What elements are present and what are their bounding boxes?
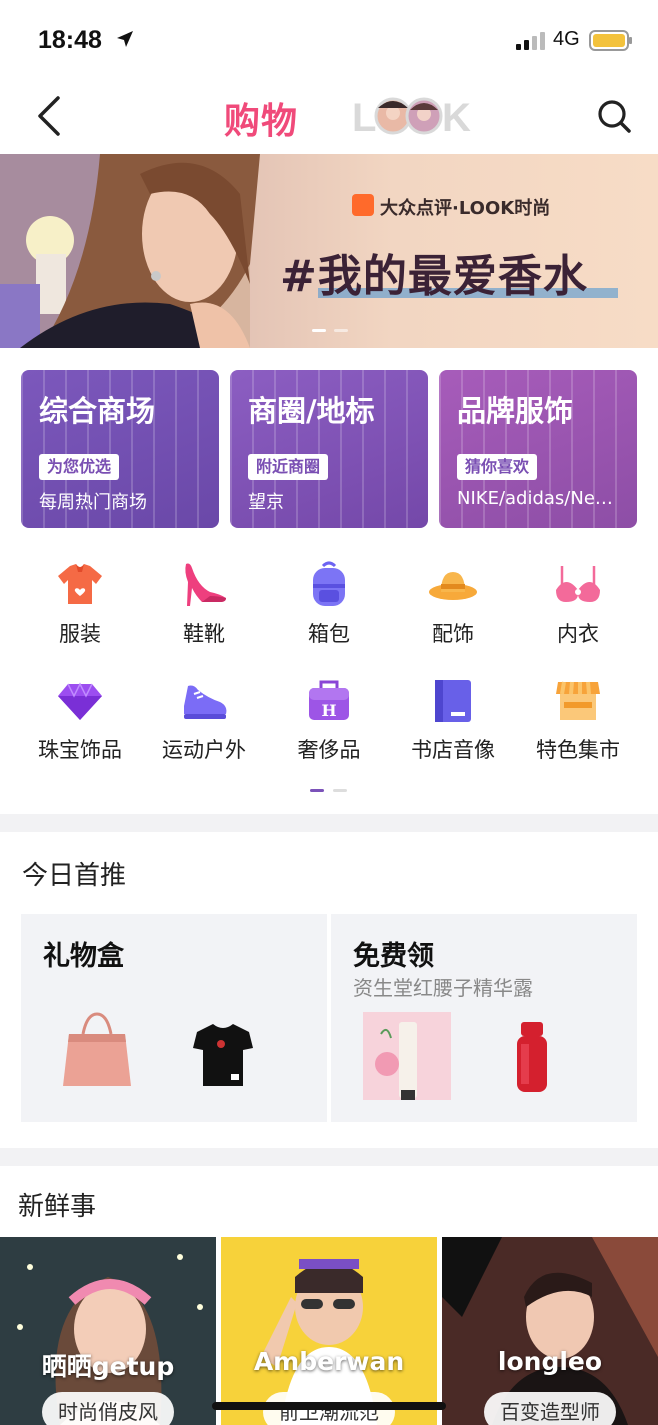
feed-author-name: longleo xyxy=(497,1347,603,1376)
grid-indicator-active xyxy=(310,789,324,792)
backpack-icon xyxy=(313,561,345,606)
banner-brand: 大众点评·LOOK时尚 xyxy=(380,198,551,219)
category-subtitle: NIKE/adidas/Ne… xyxy=(457,488,613,509)
category-card-brand-apparel[interactable]: 品牌服饰 猜你喜欢 NIKE/adidas/Ne… xyxy=(439,370,637,528)
category-card-mall[interactable]: 综合商场 为您优选 每周热门商场 xyxy=(21,370,219,528)
free-sample-card[interactable]: 免费领 资生堂红腰子精华露 xyxy=(331,914,637,1122)
feed-author-name: 晒晒getup xyxy=(41,1352,175,1381)
category-subtitle: 每周热门商场 xyxy=(39,492,147,513)
status-bar: 18:48 4G xyxy=(0,0,658,80)
tab-look[interactable]: L K xyxy=(352,94,474,140)
category-title: 商圈/地标 xyxy=(248,394,375,428)
icon-label: 服装 xyxy=(59,622,101,646)
free-sample-products xyxy=(363,1012,547,1100)
battery-icon xyxy=(589,30,632,51)
icon-item-luxury[interactable]: H 奢侈品 xyxy=(267,676,391,776)
section-divider xyxy=(0,814,658,832)
feed-style-tag: 百变造型师 xyxy=(484,1392,616,1425)
banner-indicator xyxy=(334,329,348,332)
book-icon xyxy=(435,680,471,722)
icon-label: 配饰 xyxy=(432,622,474,646)
network-type: 4G xyxy=(553,28,580,50)
category-title: 品牌服饰 xyxy=(457,394,574,428)
icon-label: 奢侈品 xyxy=(297,738,361,762)
look-logo-letter-k: K xyxy=(442,96,471,138)
look-logo: L K xyxy=(352,96,471,140)
icon-label: 运动户外 xyxy=(162,738,246,762)
sneaker-icon xyxy=(184,685,227,719)
icon-item-market[interactable]: 特色集市 xyxy=(516,676,640,776)
promo-banner[interactable]: 大众点评·LOOK时尚 #我的最爱香水 xyxy=(0,154,658,348)
back-arrow-icon[interactable] xyxy=(30,94,70,138)
fresh-section-title: 新鲜事 xyxy=(18,1192,97,1222)
luxury-bag-emblem: H xyxy=(321,701,336,720)
icon-label: 鞋靴 xyxy=(183,622,225,646)
icon-item-accessories[interactable]: 配饰 xyxy=(391,560,515,660)
status-time: 18:48 xyxy=(38,26,102,54)
diamond-icon xyxy=(58,682,102,720)
icon-item-books[interactable]: 书店音像 xyxy=(391,676,515,776)
icon-item-shoes[interactable]: 鞋靴 xyxy=(142,560,266,660)
gift-box-products xyxy=(63,1012,253,1086)
clothing-icon xyxy=(58,564,102,604)
look-logo-letter-l: L xyxy=(352,96,376,138)
banner-title: #我的最爱香水 xyxy=(280,251,588,302)
cellular-signal-icon xyxy=(516,32,545,50)
category-tag: 猜你喜欢 xyxy=(457,454,538,480)
luxury-bag-icon: H xyxy=(309,680,349,720)
gift-box-card[interactable]: 礼物盒 xyxy=(21,914,327,1122)
icon-label: 特色集市 xyxy=(536,738,620,762)
icon-item-underwear[interactable]: 内衣 xyxy=(516,560,640,660)
icon-label: 内衣 xyxy=(557,622,599,646)
feed-style-tag: 时尚俏皮风 xyxy=(42,1392,174,1425)
category-tag: 附近商圈 xyxy=(248,454,329,480)
icon-item-bags[interactable]: 箱包 xyxy=(267,560,391,660)
dianping-logo-icon xyxy=(352,194,374,216)
search-icon[interactable] xyxy=(594,96,634,136)
category-tag: 为您优选 xyxy=(39,454,120,480)
category-card-business-district[interactable]: 商圈/地标 附近商圈 望京 xyxy=(230,370,428,528)
market-stall-icon xyxy=(556,681,600,720)
bra-icon xyxy=(556,566,600,602)
icon-item-sports[interactable]: 运动户外 xyxy=(142,676,266,776)
hat-icon xyxy=(429,572,477,600)
icon-item-clothing[interactable]: 服装 xyxy=(18,560,142,660)
tab-shopping[interactable]: 购物 xyxy=(224,92,298,144)
home-indicator xyxy=(212,1402,446,1410)
location-arrow-icon xyxy=(117,31,133,47)
high-heel-icon xyxy=(185,563,226,606)
section-divider xyxy=(0,1148,658,1166)
icon-label: 书店音像 xyxy=(411,738,495,762)
icon-label: 珠宝饰品 xyxy=(38,738,122,762)
grid-indicator xyxy=(333,789,347,792)
category-title: 综合商场 xyxy=(39,394,156,428)
today-section-title: 今日首推 xyxy=(22,861,127,891)
feed-card[interactable]: 晒晒getup 时尚俏皮风 xyxy=(0,1237,216,1425)
feed-card[interactable]: Amberwan 前卫潮流范 xyxy=(221,1237,437,1425)
feed-author-name: Amberwan xyxy=(253,1347,405,1376)
feed-card[interactable]: longleo 百变造型师 xyxy=(442,1237,658,1425)
banner-indicator-active xyxy=(312,329,326,332)
icon-item-jewelry[interactable]: 珠宝饰品 xyxy=(18,676,142,776)
icon-label: 箱包 xyxy=(308,622,350,646)
top-nav: 购物 L K xyxy=(0,80,658,154)
category-subtitle: 望京 xyxy=(248,492,284,513)
